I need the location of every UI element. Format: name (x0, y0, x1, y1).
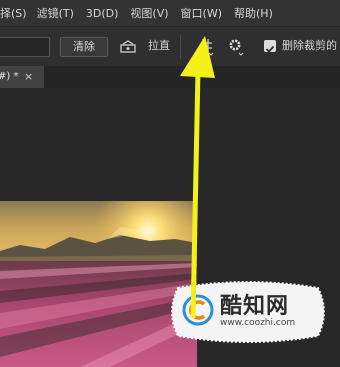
overlay-grid-icon[interactable] (200, 38, 214, 56)
watermark: 酷知网 www.coozhi.com (168, 280, 328, 344)
watermark-url: www.coozhi.com (220, 318, 296, 328)
delete-cropped-label[interactable]: 删除裁剪的 (282, 37, 337, 55)
separator (180, 35, 181, 59)
ratio-input[interactable] (0, 37, 50, 57)
straighten-icon[interactable] (119, 39, 137, 53)
menu-view[interactable]: 视图(V) (130, 5, 168, 21)
menu-3d[interactable]: 3D(D) (86, 7, 119, 20)
menu-bar: 择(S) 滤镜(T) 3D(D) 视图(V) 窗口(W) 帮助(H) (0, 0, 340, 26)
delete-cropped-checkbox[interactable] (264, 40, 276, 53)
canvas-area[interactable]: 酷知网 www.coozhi.com (0, 88, 340, 367)
clear-button[interactable]: 清除 (60, 37, 108, 57)
document-tab[interactable]: #) * (0, 66, 44, 88)
close-icon[interactable]: × (24, 66, 33, 88)
menu-filter[interactable]: 滤镜(T) (37, 5, 74, 21)
menu-help[interactable]: 帮助(H) (234, 5, 273, 21)
coozhi-logo-icon (182, 294, 214, 326)
menu-window[interactable]: 窗口(W) (181, 5, 222, 21)
document-tab-title: #) * (0, 71, 19, 82)
gear-icon[interactable] (228, 38, 244, 56)
options-bar: 清除 拉直 删除裁剪的 (0, 26, 340, 68)
straighten-label[interactable]: 拉直 (148, 37, 170, 55)
watermark-title: 酷知网 (220, 294, 290, 319)
document-tab-bar: #) * × (0, 66, 340, 88)
menu-select[interactable]: 择(S) (0, 5, 27, 21)
